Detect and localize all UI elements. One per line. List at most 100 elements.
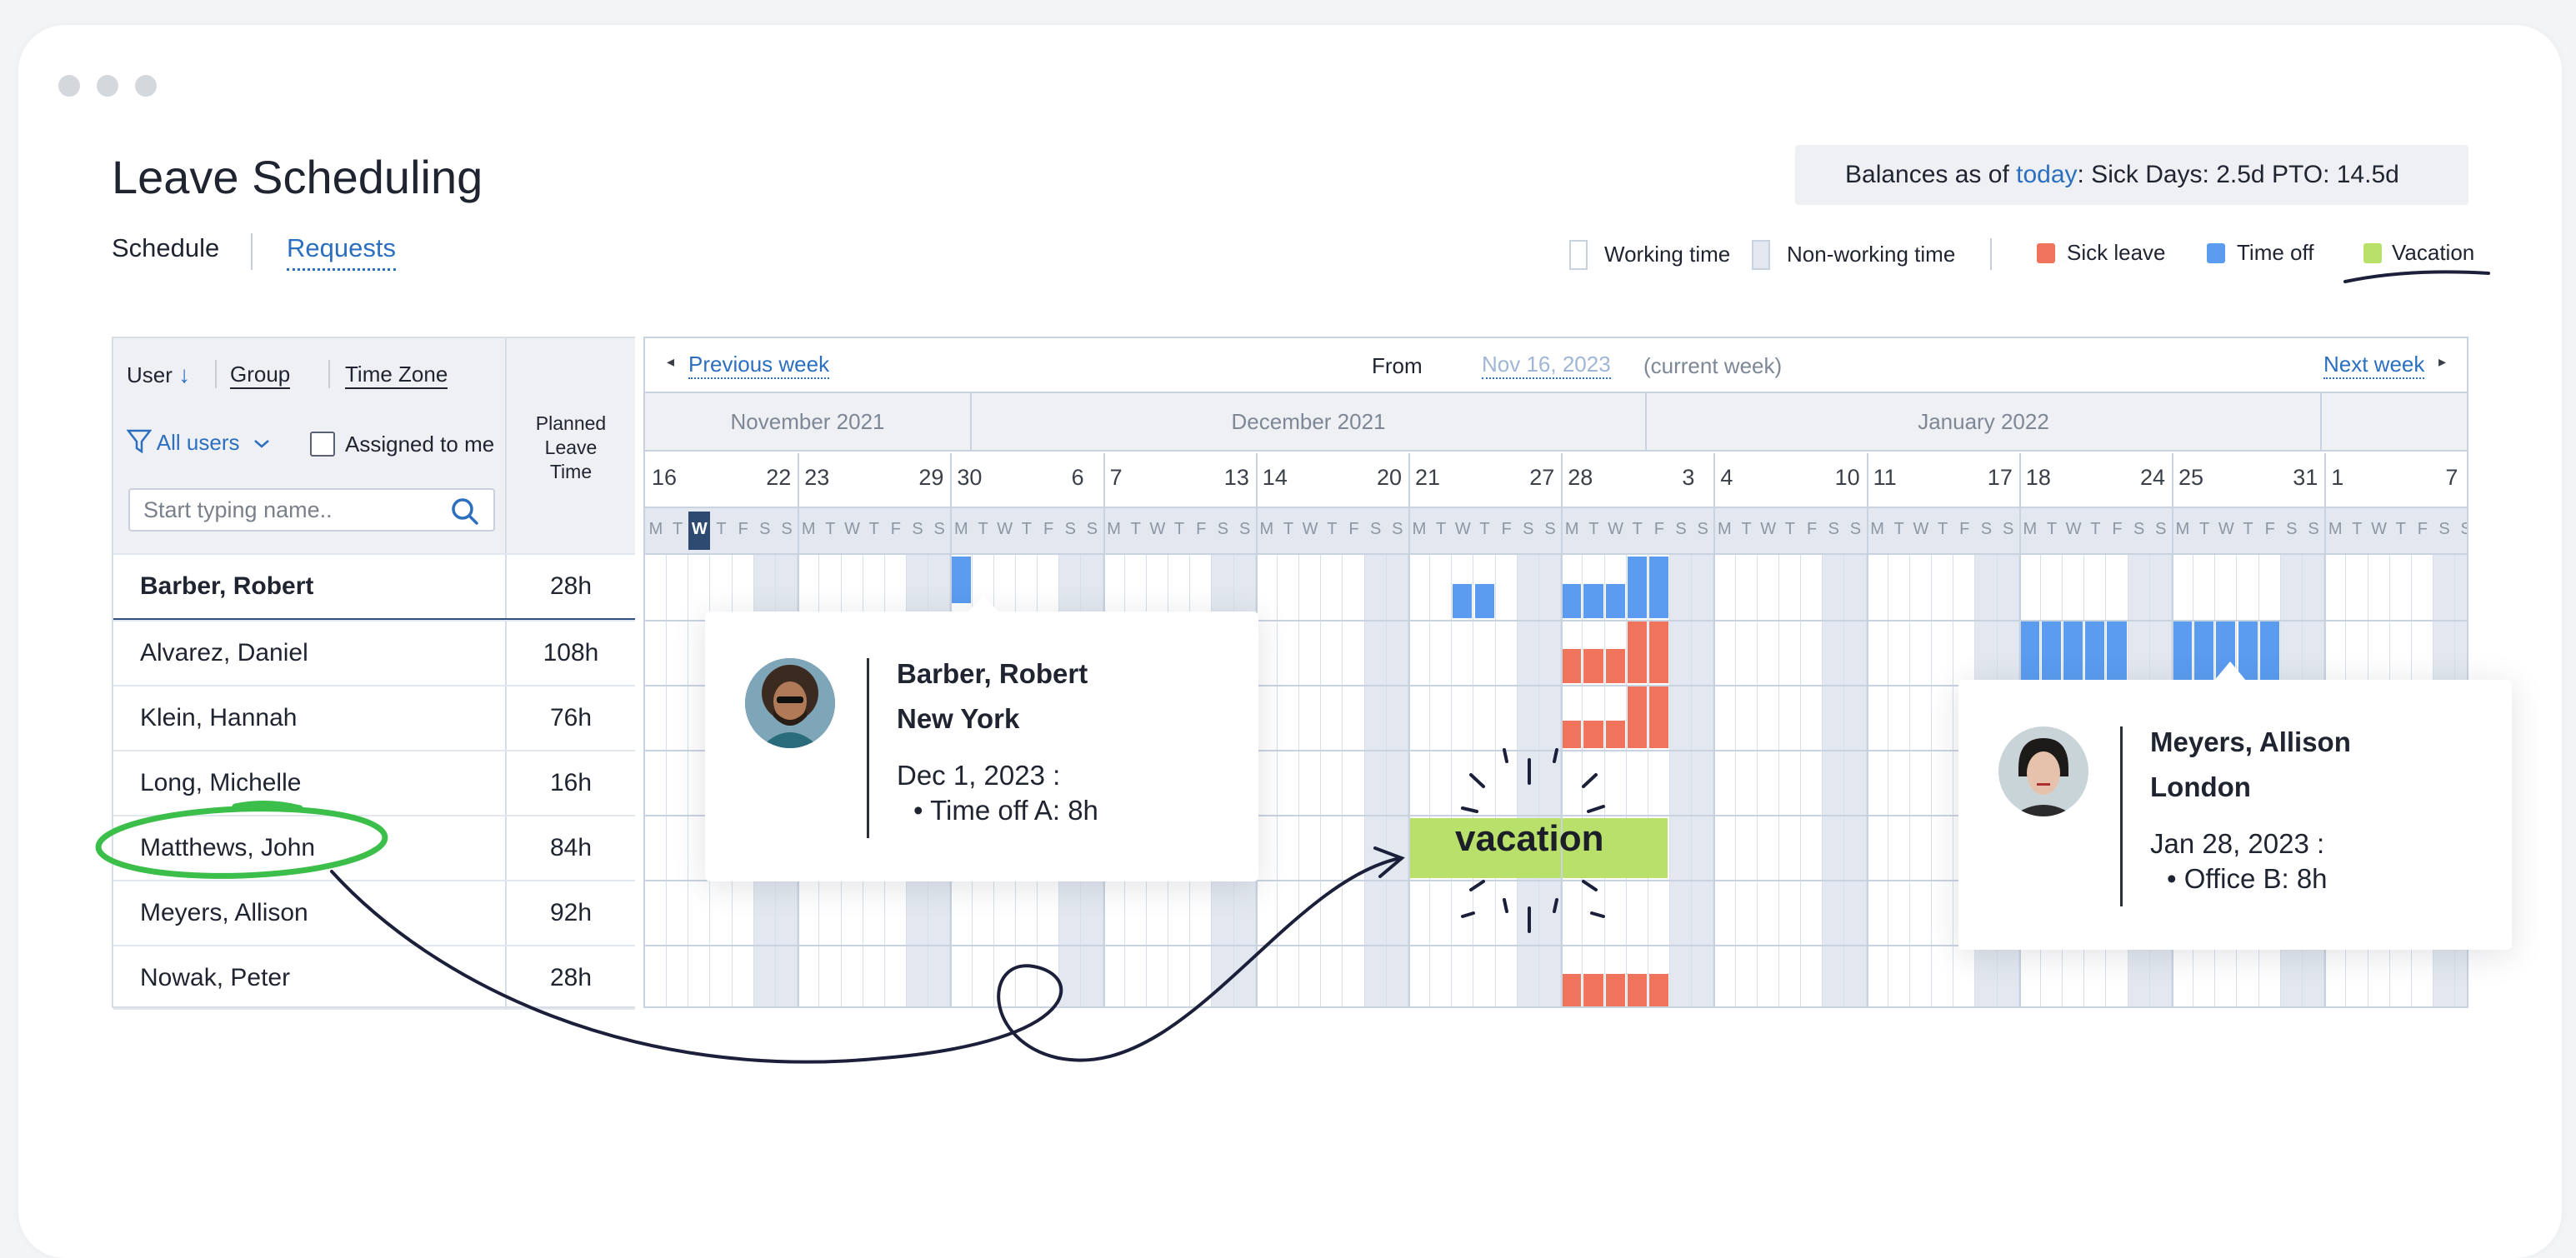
timeoff-block[interactable] [1627, 557, 1647, 618]
day-column[interactable] [1343, 555, 1365, 1006]
table-row[interactable]: Klein, Hannah 76h [113, 685, 635, 750]
week-end-date: 6 [1071, 465, 1084, 490]
day-column[interactable] [1495, 555, 1518, 1006]
legend-timeoff-label: Time off [2237, 240, 2314, 265]
day-column[interactable] [1778, 555, 1802, 1006]
tab-requests[interactable]: Requests [287, 233, 396, 271]
sick-block[interactable] [1583, 974, 1603, 1006]
day-column[interactable] [1692, 555, 1714, 1006]
day-column[interactable] [1321, 555, 1343, 1006]
weekday-label: F [890, 520, 901, 538]
day-column[interactable] [1408, 555, 1431, 1006]
day-column[interactable] [1888, 555, 1910, 1006]
timeoff-block[interactable] [2063, 622, 2083, 683]
search-icon[interactable] [450, 497, 480, 527]
day-column[interactable] [1823, 555, 1845, 1006]
day-column[interactable] [1735, 555, 1758, 1006]
table-row[interactable]: Alvarez, Daniel 108h [113, 620, 635, 685]
timeoff-block[interactable] [1453, 584, 1473, 618]
sick-block[interactable] [1648, 686, 1669, 748]
from-date-input[interactable]: Nov 16, 2023 [1482, 352, 1611, 379]
timeoff-block[interactable] [2041, 622, 2062, 683]
sick-block[interactable] [1605, 649, 1625, 683]
day-column[interactable] [1255, 555, 1278, 1006]
timeoff-block[interactable] [1474, 584, 1494, 618]
all-users-filter[interactable]: All users [126, 428, 271, 456]
day-column[interactable] [1299, 555, 1322, 1006]
previous-week-link[interactable]: Previous week [688, 352, 830, 379]
weekday-label: M [648, 520, 663, 538]
day-column[interactable] [667, 555, 689, 1006]
weekday-label: W [2065, 520, 2082, 538]
day-column[interactable] [1909, 555, 1933, 1006]
sick-block[interactable] [1627, 686, 1647, 748]
table-row[interactable]: Matthews, John 84h [113, 815, 635, 880]
balances-today-link[interactable]: today [2016, 161, 2077, 188]
day-column[interactable] [1473, 555, 1496, 1006]
search-input[interactable]: Start typing name.. [128, 488, 495, 532]
timeoff-block[interactable] [2259, 622, 2279, 683]
day-column[interactable] [1866, 555, 1888, 1006]
week-start-date: 21 [1415, 465, 1441, 490]
table-row[interactable]: Barber, Robert 28h [113, 553, 635, 620]
day-column[interactable] [1539, 555, 1562, 1006]
dates-row: 16 22 23 29 30 6 7 13 14 20 21 27 28 3 4 10 11 17 18 24 25 31… [645, 453, 2467, 508]
day-column[interactable] [1561, 555, 1583, 1006]
prev-arrow-icon[interactable]: ◂ [667, 353, 674, 371]
day-column[interactable] [1452, 555, 1474, 1006]
timezone-link[interactable]: Time Zone [345, 362, 448, 389]
sick-block[interactable] [1562, 720, 1582, 748]
timeoff-block[interactable] [2194, 622, 2214, 683]
weekday-label: T [1741, 520, 1752, 538]
table-row[interactable]: Long, Michelle 16h [113, 750, 635, 815]
timeoff-block[interactable] [2107, 622, 2127, 683]
avatar [1998, 726, 2088, 816]
day-column[interactable] [1386, 555, 1408, 1006]
sick-block[interactable] [1562, 649, 1582, 683]
timeoff-block[interactable] [1605, 584, 1625, 618]
assigned-checkbox[interactable] [310, 432, 335, 457]
day-column[interactable] [1757, 555, 1779, 1006]
day-column[interactable] [1583, 555, 1605, 1006]
day-column[interactable] [1430, 555, 1453, 1006]
day-column[interactable] [645, 555, 668, 1006]
day-column[interactable] [1670, 555, 1693, 1006]
sick-block[interactable] [1648, 974, 1669, 1006]
weekday-label: M [1259, 520, 1274, 538]
sort-user[interactable]: User ↓ [127, 362, 190, 388]
timeoff-block[interactable] [1583, 584, 1603, 618]
sick-block[interactable] [1605, 720, 1625, 748]
timeoff-block[interactable] [2019, 622, 2039, 683]
timeoff-block[interactable] [2085, 622, 2105, 683]
sick-block[interactable] [1605, 974, 1625, 1006]
next-week-link[interactable]: Next week [2323, 352, 2425, 379]
group-link[interactable]: Group [230, 362, 291, 389]
sick-block[interactable] [1648, 622, 1669, 683]
tab-schedule[interactable]: Schedule [112, 233, 219, 263]
timeoff-block[interactable] [1648, 557, 1669, 618]
day-column[interactable] [1844, 555, 1867, 1006]
day-column[interactable] [1364, 555, 1387, 1006]
sick-block[interactable] [1583, 649, 1603, 683]
weekday-label: F [1196, 520, 1207, 538]
day-column[interactable] [1517, 555, 1539, 1006]
window-dot-icon [135, 75, 157, 97]
day-column[interactable] [1932, 555, 1954, 1006]
timeoff-block[interactable] [1562, 584, 1582, 618]
tab-divider [251, 233, 253, 270]
sick-block[interactable] [1583, 720, 1603, 748]
chevron-down-icon [253, 440, 269, 448]
table-row[interactable]: Meyers, Allison 92h [113, 880, 635, 945]
day-column[interactable] [1801, 555, 1823, 1006]
sick-block[interactable] [1627, 974, 1647, 1006]
table-row[interactable]: Nowak, Peter 28h [113, 945, 635, 1010]
day-column[interactable] [1277, 555, 1300, 1006]
weekday-label: S [1544, 520, 1556, 538]
next-arrow-icon[interactable]: ▸ [2438, 353, 2446, 371]
underline-scribble-icon [2343, 270, 2490, 283]
day-column[interactable] [1713, 555, 1736, 1006]
day-column[interactable] [1604, 555, 1627, 1006]
sick-block[interactable] [1627, 622, 1647, 683]
timeoff-block[interactable] [2173, 622, 2193, 683]
sick-block[interactable] [1562, 974, 1582, 1006]
